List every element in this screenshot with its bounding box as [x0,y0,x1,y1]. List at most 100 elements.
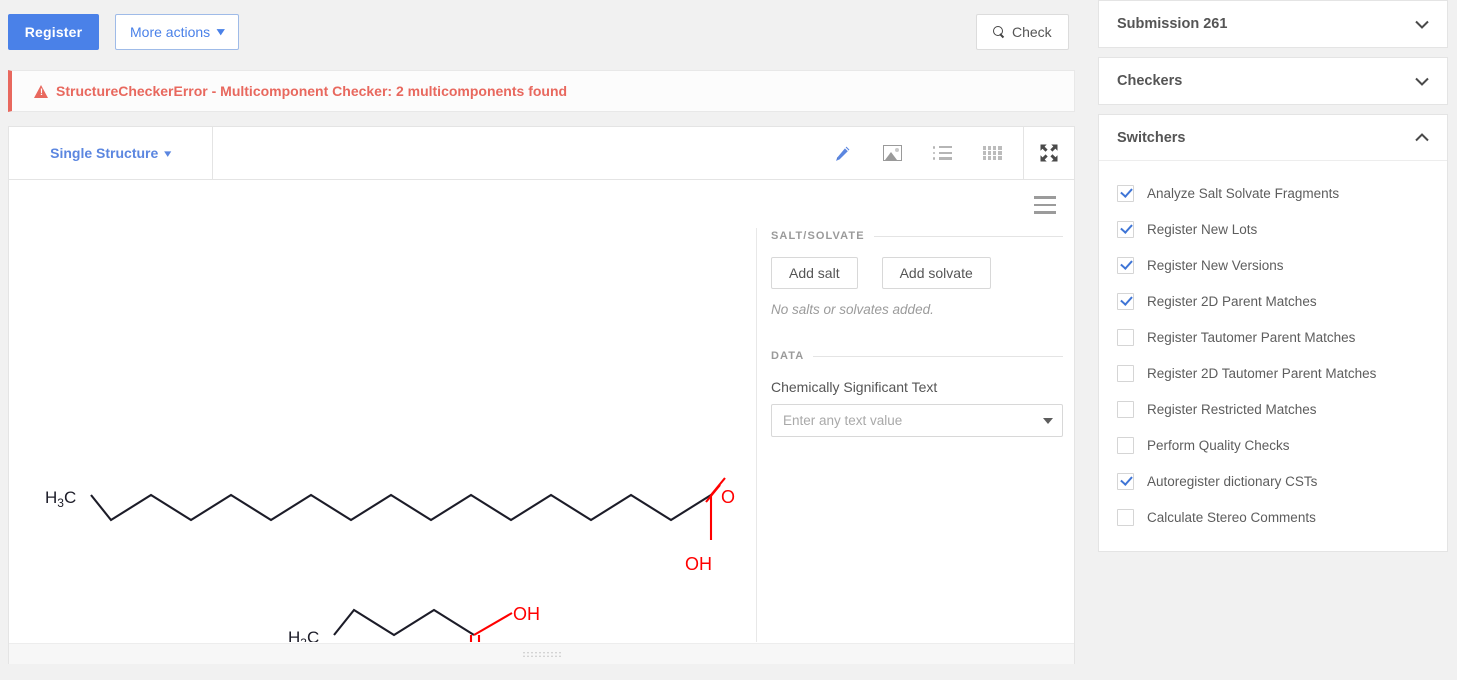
add-salt-button[interactable]: Add salt [771,257,858,289]
top-toolbar: Register More actions ▾ Check [0,0,1083,63]
image-button[interactable] [867,127,917,179]
hydroxyl-label-2: OH [513,604,540,624]
switcher-label: Register Tautomer Parent Matches [1147,330,1355,345]
molecule-drawing: H3C O OH H3C O [9,180,756,642]
warning-triangle-icon [34,85,49,98]
switcher-row[interactable]: Register New Lots [1099,211,1447,247]
hydroxyl-label-1: OH [685,554,712,574]
checkbox-checked-icon[interactable] [1117,221,1134,238]
check-button[interactable]: Check [976,14,1069,50]
check-label: Check [1012,24,1052,40]
methyl-label-2: H3C [288,628,319,642]
checkbox-checked-icon[interactable] [1117,185,1134,202]
switcher-row[interactable]: Register Restricted Matches [1099,391,1447,427]
resize-handle[interactable] [9,643,1074,664]
error-message-text: StructureCheckerError - Multicomponent C… [56,83,567,99]
panel-checkers-title: Checkers [1117,73,1415,89]
panel-switchers-header[interactable]: Switchers [1099,115,1447,161]
salt-solvate-buttons: Add salt Add solvate [771,257,1063,289]
switcher-row[interactable]: Analyze Salt Solvate Fragments [1099,175,1447,211]
checkbox-unchecked-icon[interactable] [1117,437,1134,454]
switcher-row[interactable]: Register Tautomer Parent Matches [1099,319,1447,355]
switcher-row[interactable]: Autoregister dictionary CSTs [1099,463,1447,499]
chevron-down-icon: ▾ [217,25,224,38]
switchers-list: Analyze Salt Solvate Fragments Register N… [1099,161,1447,551]
edit-pencil-button[interactable] [817,127,867,179]
checkbox-unchecked-icon[interactable] [1117,329,1134,346]
expand-group [1023,127,1074,179]
switcher-row[interactable]: Perform Quality Checks [1099,427,1447,463]
right-sidebar: Submission 261 Checkers Swit [1098,0,1448,680]
image-icon [883,145,902,161]
tab-single-structure[interactable]: Single Structure ▾ [9,127,213,179]
switcher-label: Autoregister dictionary CSTs [1147,474,1317,489]
switcher-row[interactable]: Register 2D Parent Matches [1099,283,1447,319]
more-actions-label: More actions [130,24,210,40]
no-salts-message: No salts or solvates added. [771,302,1063,317]
checkbox-checked-icon[interactable] [1117,257,1134,274]
salt-solvate-heading: SALT/SOLVATE [771,230,1063,242]
salt-solvate-section: SALT/SOLVATE Add salt Add solvate No sal… [771,230,1063,317]
chevron-down-icon[interactable] [1043,418,1053,424]
expand-button[interactable] [1024,127,1074,179]
hamburger-menu-icon[interactable] [1034,196,1056,214]
switcher-label: Register Restricted Matches [1147,402,1317,417]
salt-solvate-heading-text: SALT/SOLVATE [771,230,865,242]
chevron-down-icon [1415,77,1429,86]
list-view-button[interactable] [917,127,967,179]
panel-submission-title: Submission 261 [1117,16,1415,32]
switcher-row[interactable]: Calculate Stereo Comments [1099,499,1447,535]
data-heading: DATA [771,350,1063,362]
structure-card: Single Structure ▾ [8,126,1075,664]
methyl-label-1: H3C [45,488,76,510]
panel-submission: Submission 261 [1098,0,1448,48]
switcher-row[interactable]: Register 2D Tautomer Parent Matches [1099,355,1447,391]
carbonyl-oxygen-1: O [721,487,735,507]
expand-icon [1040,144,1058,162]
panel-checkers-header[interactable]: Checkers [1099,58,1447,104]
grid-icon [983,146,1002,160]
registration-page: Register More actions ▾ Check StructureC… [0,0,1457,680]
more-actions-button[interactable]: More actions ▾ [115,14,239,50]
switcher-row[interactable]: Register New Versions [1099,247,1447,283]
add-solvate-button[interactable]: Add solvate [882,257,991,289]
structure-canvas[interactable]: H3C O OH H3C O [9,180,756,642]
switcher-label: Calculate Stereo Comments [1147,510,1316,525]
edit-pencil-icon [834,145,851,162]
search-icon [993,26,1005,38]
divider [813,356,1063,357]
tab-single-structure-label: Single Structure [50,145,158,161]
chevron-up-icon [1415,133,1429,142]
switcher-label: Register New Versions [1147,258,1284,273]
checkbox-checked-icon[interactable] [1117,293,1134,310]
switcher-label: Register 2D Parent Matches [1147,294,1317,309]
divider [874,236,1063,237]
switcher-label: Analyze Salt Solvate Fragments [1147,186,1339,201]
structure-side-form: SALT/SOLVATE Add salt Add solvate No sal… [757,180,1074,642]
switcher-label: Register New Lots [1147,222,1257,237]
data-section: DATA Chemically Significant Text [771,350,1063,437]
data-heading-text: DATA [771,350,804,362]
cst-field-label: Chemically Significant Text [771,379,1063,395]
checkbox-unchecked-icon[interactable] [1117,365,1134,382]
grid-view-button[interactable] [967,127,1017,179]
cst-input-wrapper[interactable] [771,404,1063,437]
list-icon [933,146,952,160]
panel-checkers: Checkers [1098,57,1448,105]
structure-tab-bar: Single Structure ▾ [9,127,1074,180]
checkbox-checked-icon[interactable] [1117,473,1134,490]
main-column: Register More actions ▾ Check StructureC… [0,0,1083,680]
switcher-label: Perform Quality Checks [1147,438,1290,453]
checkbox-unchecked-icon[interactable] [1117,509,1134,526]
register-button[interactable]: Register [8,14,99,50]
grip-dots-icon [522,651,562,658]
panel-switchers: Switchers Analyze Salt Solvate Fragments… [1098,114,1448,552]
molecule-pentanoic-acid: H3C OH O [288,604,540,642]
structure-body: H3C O OH H3C O [9,180,1074,664]
panel-submission-header[interactable]: Submission 261 [1099,1,1447,47]
error-banner: StructureCheckerError - Multicomponent C… [8,70,1075,112]
switcher-label: Register 2D Tautomer Parent Matches [1147,366,1376,381]
panel-switchers-title: Switchers [1117,130,1415,146]
cst-input[interactable] [772,405,1062,436]
checkbox-unchecked-icon[interactable] [1117,401,1134,418]
